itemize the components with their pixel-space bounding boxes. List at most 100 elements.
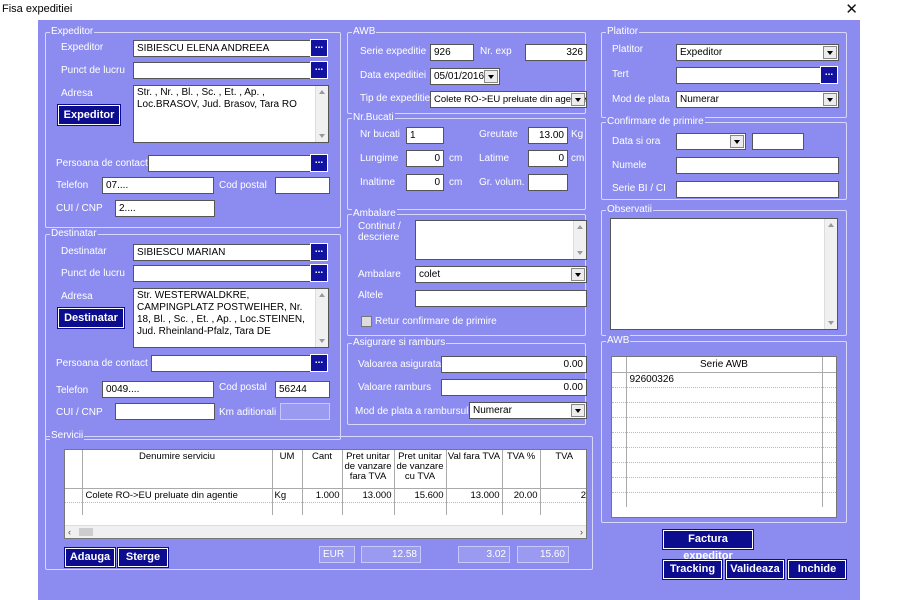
destinatar-lookup-button[interactable]: ... (310, 243, 328, 261)
awb-serie-field[interactable]: 926 (430, 44, 474, 61)
chevron-down-icon[interactable] (571, 404, 585, 417)
servicii-cell: 1.000 (302, 488, 343, 503)
destinatar-punct-lookup-button[interactable]: ... (310, 264, 328, 282)
confirmare-serie-field[interactable] (676, 181, 839, 198)
asigurare-valoare-field[interactable]: 0.00 (441, 356, 587, 373)
bucati-nr-field[interactable]: 1 (406, 127, 444, 144)
destinatar-punct-field[interactable] (133, 265, 311, 282)
servicii-legend: Servicii (50, 430, 85, 442)
servicii-group: Servicii Denumire serviciu UM Cant Pret … (45, 430, 593, 570)
destinatar-adresa-field[interactable]: Str. WESTERWALDKRE, CAMPINGPLATZ POSTWEI… (133, 288, 329, 348)
factura-expeditor-button[interactable]: Factura expeditor (662, 529, 754, 562)
add-service-button[interactable]: Adauga (64, 547, 116, 568)
confirmare-data-picker[interactable] (676, 133, 746, 150)
platitor-mod-select[interactable]: Numerar (676, 91, 839, 108)
valideaza-button[interactable]: Valideaza (725, 559, 785, 580)
destinatar-cui-field[interactable] (115, 403, 215, 420)
bucati-volum-field[interactable] (528, 174, 568, 191)
asigurare-ramburs-label: Valoare ramburs (358, 382, 432, 393)
destinatar-telefon-field[interactable]: 0049.... (102, 381, 214, 398)
expeditor-adresa-text: Str. , Nr. , Bl. , Sc. , Et. , Ap. , Loc… (137, 87, 297, 110)
bucati-inaltime-label: Inaltime (360, 177, 396, 188)
destinatar-punct-label: Punct de lucru (61, 268, 125, 279)
servicii-col-header: Pret unitar de vanzare fara TVA (342, 450, 395, 489)
chevron-down-icon[interactable] (730, 135, 744, 148)
table-row[interactable]: Colete RO->EU preluate din agentie Kg 1.… (65, 488, 586, 503)
ambalare-group: Ambalare Continut / descriere Ambalare c… (347, 208, 587, 336)
awb-data-picker[interactable]: 05/01/2016 (430, 68, 500, 85)
horizontal-scrollbar[interactable]: ‹ › (65, 525, 586, 538)
destinatar-cui-label: CUI / CNP (56, 407, 103, 418)
asigurare-ramburs-field[interactable]: 0.00 (441, 379, 587, 396)
confirmare-ora-field[interactable] (752, 133, 804, 150)
platitor-tert-field[interactable] (676, 67, 822, 84)
expeditor-telefon-field[interactable]: 07.... (102, 177, 214, 194)
bucati-latime-field[interactable]: 0 (528, 150, 568, 167)
platitor-tert-label: Tert (612, 69, 629, 80)
platitor-tert-lookup-button[interactable]: ... (820, 66, 838, 84)
platitor-select[interactable]: Expeditor (676, 44, 839, 61)
expeditor-button[interactable]: Expeditor (57, 104, 121, 126)
expeditor-adresa-field[interactable]: Str. , Nr. , Bl. , Sc. , Et. , Ap. , Loc… (133, 85, 329, 143)
expeditor-punct-lookup-button[interactable]: ... (310, 61, 328, 79)
observatii-field[interactable] (610, 218, 838, 330)
confirmare-numele-field[interactable] (676, 157, 839, 174)
expeditor-cod-postal-field[interactable] (275, 177, 330, 194)
destinatar-name-field[interactable]: SIBIESCU MARIAN (133, 244, 311, 261)
destinatar-contact-field[interactable] (151, 355, 311, 372)
servicii-cell: 15.600 (394, 488, 447, 503)
expeditor-contact-field[interactable] (148, 155, 311, 172)
chevron-down-icon[interactable] (571, 268, 585, 281)
chevron-down-icon[interactable] (823, 46, 837, 59)
ambalare-continut-field[interactable] (415, 220, 587, 260)
destinatar-button[interactable]: Destinatar (57, 307, 125, 329)
scrollbar[interactable] (824, 219, 837, 329)
ambalare-select[interactable]: colet (415, 266, 587, 283)
scrollbar[interactable] (315, 289, 328, 347)
table-row[interactable]: 92600326 (612, 372, 836, 388)
scrollbar[interactable] (315, 86, 328, 142)
confirmare-group: Confirmare de primire Data si ora Numele… (601, 116, 847, 200)
bucati-lungime-unit: cm (449, 153, 463, 164)
inchide-button[interactable]: Inchide (787, 559, 847, 580)
destinatar-contact-lookup-button[interactable]: ... (310, 354, 328, 372)
confirmare-numele-label: Numele (612, 160, 647, 171)
ambalare-legend: Ambalare (352, 208, 397, 220)
awb-tip-select[interactable]: Colete RO->EU preluate din agentie (430, 91, 587, 108)
scroll-thumb[interactable] (79, 528, 93, 536)
chevron-down-icon[interactable] (484, 70, 498, 83)
expeditor-adresa-label: Adresa (61, 88, 93, 99)
total-fara-tva: 12.58 (361, 546, 421, 563)
tracking-button[interactable]: Tracking (662, 559, 723, 580)
awb-nr-field[interactable]: 326 (525, 44, 587, 61)
delete-service-button[interactable]: Sterge (117, 547, 169, 568)
chevron-left-icon[interactable]: ‹ (68, 527, 71, 537)
servicii-col-header: UM (272, 450, 303, 489)
platitor-select-text: Expeditor (680, 47, 723, 58)
expeditor-lookup-button[interactable]: ... (310, 39, 328, 57)
chevron-down-icon[interactable] (823, 93, 837, 106)
ambalare-altele-field[interactable] (415, 290, 587, 307)
awb-list-legend: AWB (606, 335, 631, 347)
retur-checkbox[interactable] (361, 316, 372, 327)
asigurare-mod-select[interactable]: Numerar (469, 402, 587, 419)
expeditor-name-field[interactable]: SIBIESCU ELENA ANDREEA (133, 40, 311, 57)
destinatar-km-field[interactable] (280, 403, 330, 420)
expeditor-cui-field[interactable]: 2.... (115, 200, 215, 217)
awb-nr-label: Nr. exp (480, 46, 512, 57)
scrollbar[interactable] (573, 221, 586, 259)
expeditor-contact-lookup-button[interactable]: ... (310, 154, 328, 172)
bucati-lungime-field[interactable]: 0 (406, 150, 444, 167)
chevron-down-icon[interactable] (571, 93, 585, 106)
awb-list-grid[interactable]: Serie AWB 92600326 (611, 356, 837, 518)
ambalare-continut-label: Continut / descriere (358, 221, 401, 243)
expeditor-punct-field[interactable] (133, 62, 311, 79)
bucati-greutate-field[interactable]: 13.00 (528, 127, 568, 144)
servicii-grid[interactable]: Denumire serviciu UM Cant Pret unitar de… (64, 449, 587, 539)
close-icon[interactable]: ✕ (845, 0, 858, 18)
observatii-legend: Observatii (606, 204, 654, 216)
bucati-inaltime-field[interactable]: 0 (406, 174, 444, 191)
chevron-right-icon[interactable]: › (580, 527, 583, 537)
destinatar-cod-postal-field[interactable]: 56244 (275, 381, 330, 398)
awb-data-label: Data expeditiei (360, 70, 427, 81)
